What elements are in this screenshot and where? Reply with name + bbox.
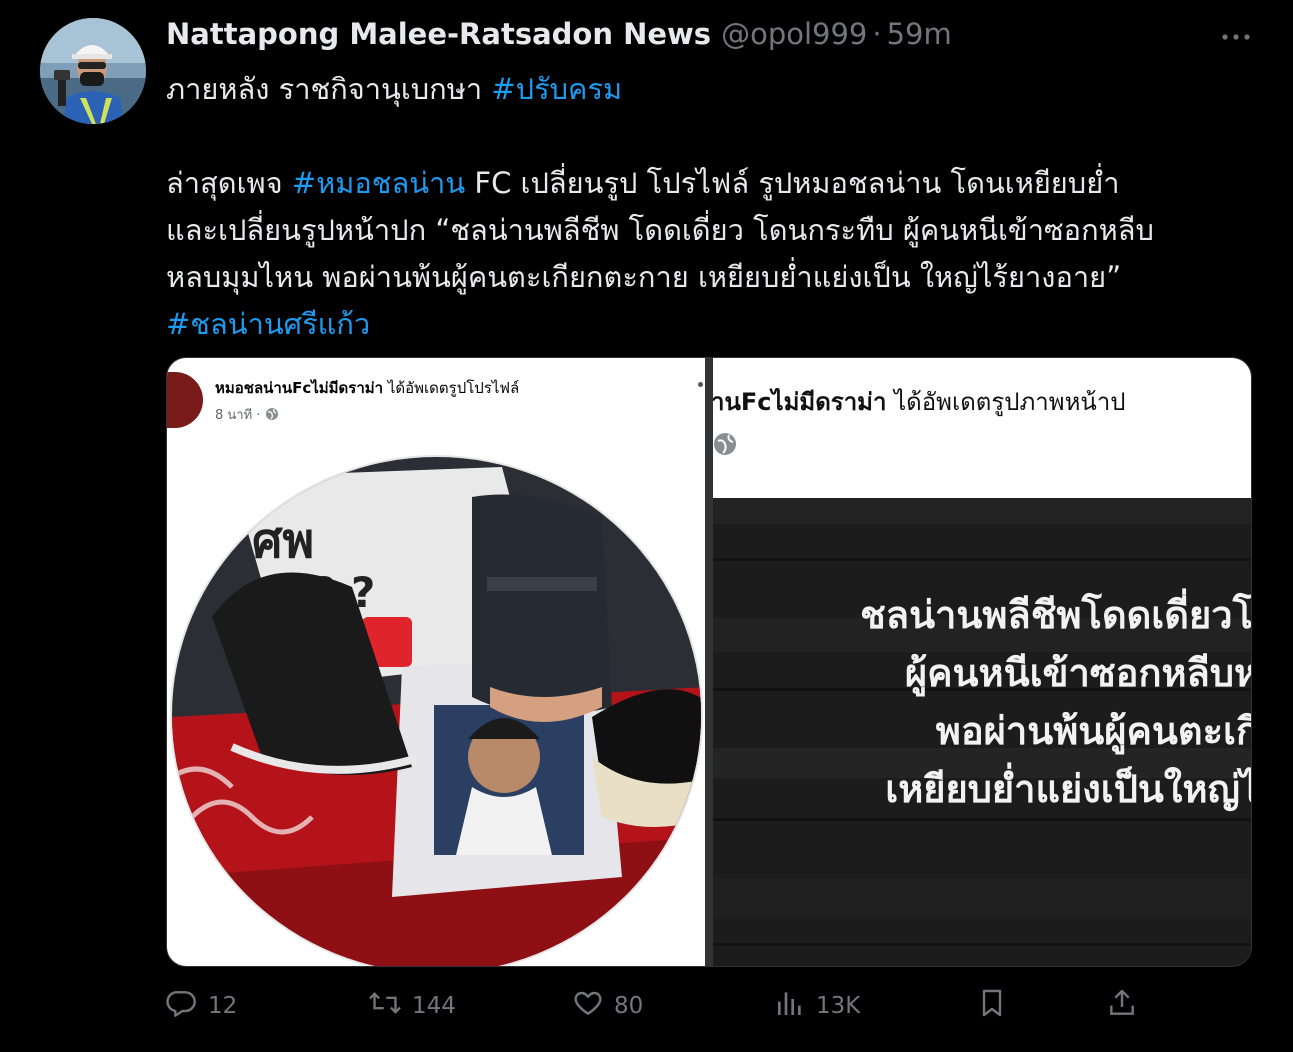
bookmark-icon <box>976 987 1018 1025</box>
cover-text-line: ชลน่านพลีชีพโดดเดี่ยวโ <box>860 593 1252 637</box>
fb-page-name: านFcไม่มีดราม่า <box>713 388 887 416</box>
fb-post-header: หมอชลน่านFcไม่มีดราม่า ได้อัพเดตรูปโปรไฟ… <box>215 376 519 400</box>
tweet-line: หลบมุมไหน พอผ่านพ้นผู้คนตะเกียกตะกาย เหย… <box>166 260 1122 294</box>
cover-text-line: เหยียบย่ำแย่งเป็นใหญ่ไ <box>885 767 1252 811</box>
reply-count: 12 <box>208 993 238 1019</box>
tweet-header: Nattapong Malee-Ratsadon News @opol999 ·… <box>166 14 952 54</box>
hashtag-link[interactable]: #ปรับครม <box>491 72 622 106</box>
share-button[interactable] <box>1106 984 1148 1028</box>
bookmark-button[interactable] <box>976 984 1018 1028</box>
like-count: 80 <box>614 993 644 1019</box>
media-image-2[interactable]: านFcไม่มีดราม่า ได้อัพเดตรูปภาพหน้าป ชลน… <box>713 358 1252 966</box>
hashtag-link[interactable]: #ชลน่านศรีแก้ว <box>166 307 370 341</box>
retweet-button[interactable]: 144 <box>368 984 456 1028</box>
user-handle[interactable]: @opol999 <box>721 17 867 51</box>
globe-icon <box>713 432 737 460</box>
tweet[interactable]: Nattapong Malee-Ratsadon News @opol999 ·… <box>0 0 1293 1052</box>
tweet-line: ล่าสุดเพจ #หมอชลน่าน FC เปลี่ยนรูป โปรไฟ… <box>166 160 1256 207</box>
globe-icon <box>265 408 279 423</box>
fb-action-text: ได้อัพเดตรูปโปรไฟล์ <box>383 379 520 397</box>
fb-page-avatar <box>167 372 203 428</box>
cover-text-line: พอผ่านพ้นผู้คนตะเกี <box>935 709 1252 753</box>
profile-photo: ศพ ? ? <box>170 455 703 966</box>
media-image-1[interactable]: หมอชลน่านFcไม่มีดราม่า ได้อัพเดตรูปโปรไฟ… <box>167 358 705 966</box>
separator-dot: · <box>872 17 882 51</box>
fb-page-name: หมอชลน่านFcไม่มีดราม่า <box>215 379 384 397</box>
text-segment: ภายหลัง ราชกิจานุเบกษา <box>166 72 492 106</box>
reply-icon <box>166 987 208 1025</box>
views-button[interactable]: 13K <box>774 984 860 1028</box>
text-segment: FC เปลี่ยนรูป โปรไฟล์ รูปหมอชลน่าน โดนเห… <box>465 166 1120 200</box>
more-options-button[interactable] <box>1216 20 1256 50</box>
fb-time-text: 8 นาที · <box>215 408 265 423</box>
views-icon <box>774 987 816 1025</box>
views-count: 13K <box>816 993 861 1019</box>
fb-cover-header: านFcไม่มีดราม่า ได้อัพเดตรูปภาพหน้าป <box>713 358 1251 498</box>
fb-action-text: ได้อัพเดตรูปภาพหน้าป <box>886 388 1126 416</box>
share-icon <box>1106 987 1148 1025</box>
author-avatar[interactable] <box>40 18 146 124</box>
tweet-line: และเปลี่ยนรูปหน้าปก “ชลน่านพลีชีพ โดดเดี… <box>166 213 1154 247</box>
fb-post-time: 8 นาที · <box>215 404 279 425</box>
tweet-line: ภายหลัง ราชกิจานุเบกษา #ปรับครม <box>166 66 1256 113</box>
cover-text-line: ผู้คนหนีเข้าซอกหลีบห <box>904 651 1252 695</box>
tweet-text: ภายหลัง ราชกิจานุเบกษา #ปรับครม ล่าสุดเพ… <box>166 66 1256 348</box>
retweet-icon <box>368 987 412 1025</box>
text-segment: ล่าสุดเพจ <box>166 166 292 200</box>
ellipsis-icon <box>1221 26 1251 45</box>
svg-text:ศพ: ศพ <box>252 513 314 569</box>
tweet-actions: 12 144 80 13K <box>166 984 1256 1028</box>
reply-button[interactable]: 12 <box>166 984 237 1028</box>
display-name[interactable]: Nattapong Malee-Ratsadon News <box>166 17 711 51</box>
heart-icon <box>572 987 614 1025</box>
hashtag-link[interactable]: #หมอชลน่าน <box>292 166 465 200</box>
like-button[interactable]: 80 <box>572 984 643 1028</box>
retweet-count: 144 <box>412 993 456 1019</box>
timestamp[interactable]: 59m <box>887 17 952 51</box>
media-grid: หมอชลน่านFcไม่มีดราม่า ได้อัพเดตรูปโปรไฟ… <box>166 357 1252 967</box>
cover-text: ชลน่านพลีชีพโดดเดี่ยวโ ผู้คนหนีเข้าซอกหล… <box>860 586 1252 818</box>
fb-cover-title: านFcไม่มีดราม่า ได้อัพเดตรูปภาพหน้าป <box>713 382 1126 421</box>
tweet-line: #ชลน่านศรีแก้ว <box>166 301 1256 348</box>
